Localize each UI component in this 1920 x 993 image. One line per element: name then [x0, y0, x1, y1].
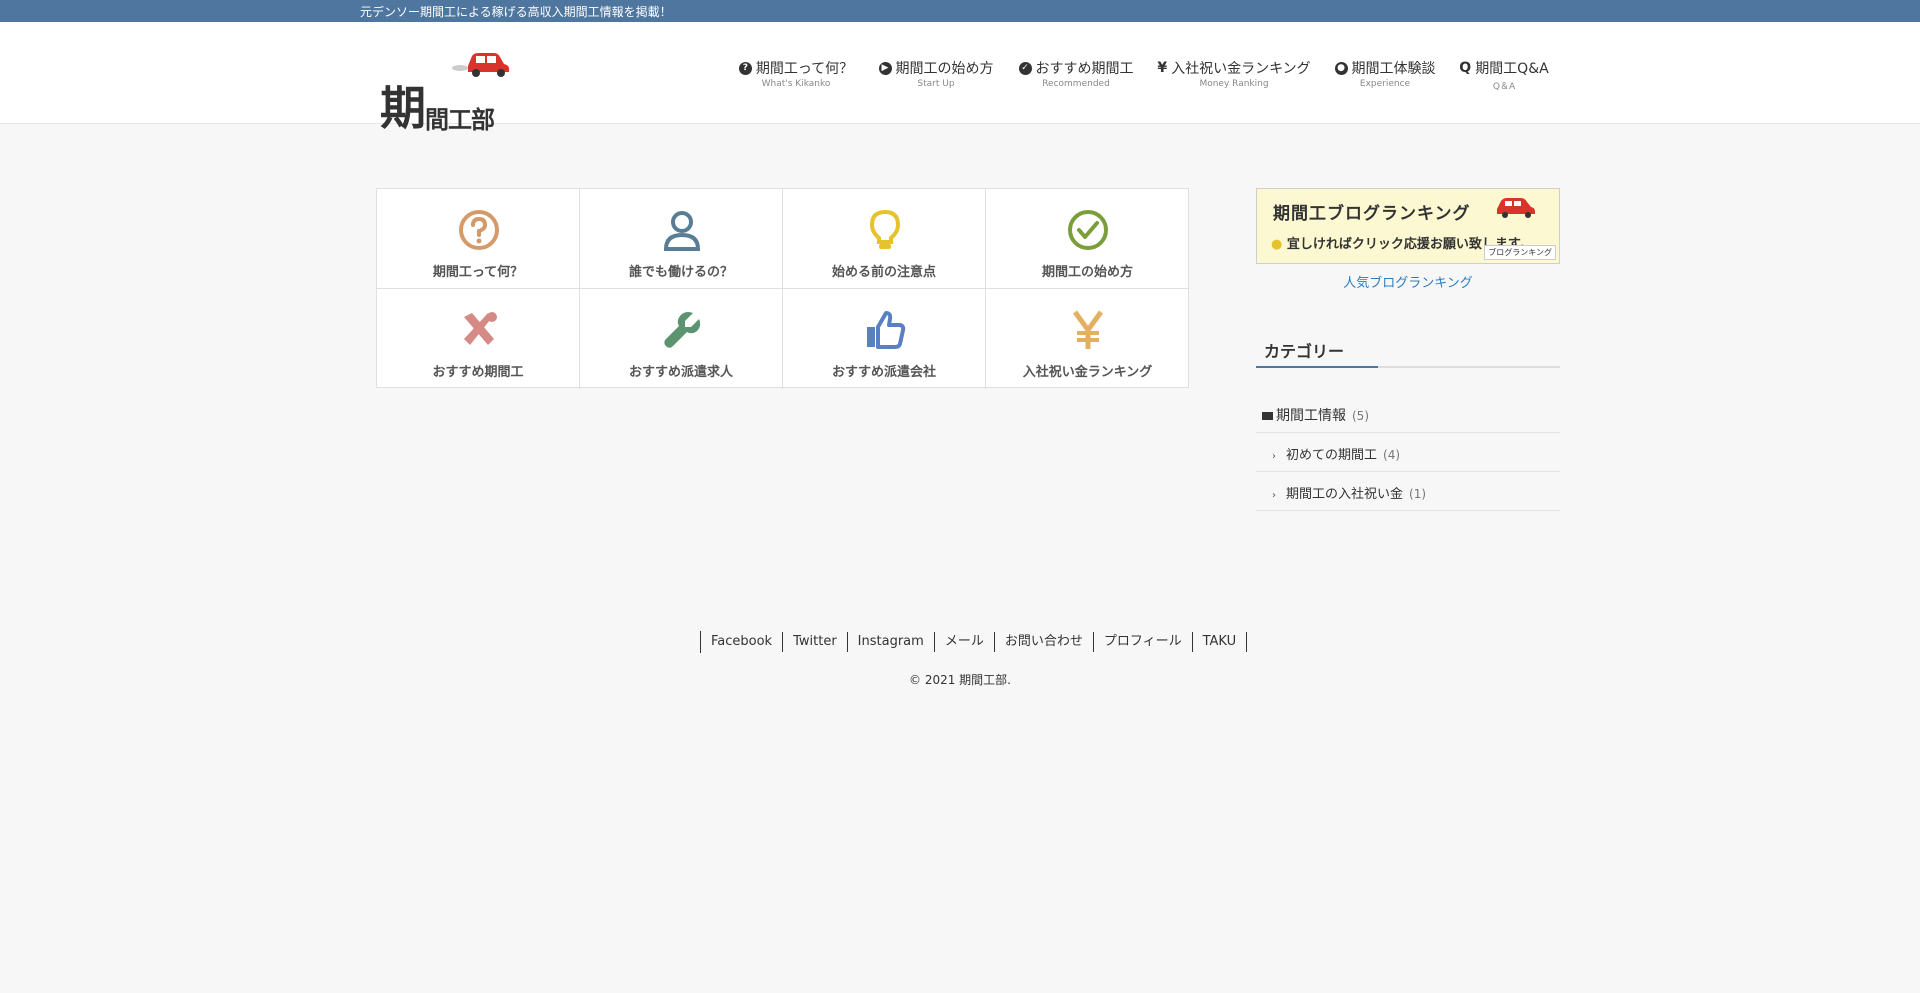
lightbulb-icon [869, 209, 901, 249]
menu-grid: 期間工って何？ 誰でも働けるの？ 始める前の注意点 期間工の始め方 おすすめ期間… [376, 188, 1189, 389]
footer-link-facebook[interactable]: Facebook [701, 632, 784, 652]
footer-link-contact[interactable]: お問い合わせ [995, 632, 1094, 652]
menu-cell-bonus-ranking[interactable]: 入社祝い金ランキング [986, 289, 1189, 389]
question-circle-icon: ? [738, 61, 752, 75]
nav-item-experience[interactable]: ● 期間工体験談 Experience [1333, 58, 1437, 89]
category-heading: カテゴリー [1264, 342, 1345, 361]
main-nav: ? 期間工って何？ What's Kikanko ▶ 期間工の始め方 Start U… [0, 58, 1920, 98]
chevron-right-icon: › [1272, 451, 1276, 462]
footer-link-twitter[interactable]: Twitter [783, 632, 848, 652]
nav-item-recommended[interactable]: ✓ おすすめ期間工 Recommended [1016, 58, 1136, 89]
nav-item-money-ranking[interactable]: ¥ 入社祝い金ランキング Money Ranking [1156, 58, 1312, 89]
menu-cell-dispatch-companies[interactable]: おすすめ派遣会社 [783, 289, 986, 389]
menu-cell-precautions[interactable]: 始める前の注意点 [783, 189, 986, 289]
menu-cell-how-to-start[interactable]: 期間工の始め方 [986, 189, 1189, 289]
footer-link-mail[interactable]: メール [935, 632, 995, 652]
menu-cell-anyone-can-work[interactable]: 誰でも働けるの？ [580, 189, 783, 289]
tools-icon [464, 312, 497, 345]
q-icon: Q [1459, 60, 1472, 76]
play-circle-icon: ▶ [878, 61, 892, 75]
user-circle-icon: ● [1334, 61, 1348, 75]
check-circle-icon: ✓ [1018, 61, 1032, 75]
wrench-icon [664, 312, 701, 348]
category-item-signing-bonus[interactable]: › 期間工の入社祝い金 (1) [1256, 472, 1560, 511]
check-circle-icon [1068, 210, 1108, 250]
category-divider-accent [1256, 366, 1378, 368]
folder-icon [1262, 412, 1273, 420]
nav-item-qa[interactable]: Q 期間工Q&A Q＆A [1458, 58, 1550, 92]
top-bar: 元デンソー期間工による稼げる高収入期間工情報を掲載！ [0, 0, 1920, 22]
question-circle-icon [459, 210, 499, 250]
thumbs-up-icon [867, 311, 906, 349]
menu-cell-whats-kikanko[interactable]: 期間工って何？ [377, 189, 580, 289]
blog-ranking-banner[interactable]: 期間工ブログランキング ● 宜しければクリック応援お願い致します。 ブログランキ… [1256, 188, 1560, 264]
lightbulb-icon: ● [1271, 237, 1283, 252]
blog-ranking-badge: ブログランキング [1484, 245, 1556, 260]
blog-ranking-link[interactable]: 人気ブログランキング [1256, 272, 1560, 291]
car-icon [1497, 198, 1535, 218]
yen-icon [1072, 310, 1104, 349]
site-tagline: 元デンソー期間工による稼げる高収入期間工情報を掲載！ [360, 5, 672, 19]
category-item-kikanko-info[interactable]: 期間工情報 (5) [1256, 394, 1560, 433]
nav-item-whats-kikanko[interactable]: ? 期間工って何？ What's Kikanko [738, 58, 854, 89]
user-icon [663, 211, 701, 251]
footer-link-taku[interactable]: TAKU [1193, 632, 1248, 652]
menu-cell-dispatch-jobs[interactable]: おすすめ派遣求人 [580, 289, 783, 389]
copyright: © 2021 期間工部. [909, 673, 1011, 687]
chevron-right-icon: › [1272, 490, 1276, 501]
footer-nav: Facebook Twitter Instagram メール お問い合わせ プロ… [700, 631, 1248, 653]
menu-cell-recommended[interactable]: おすすめ期間工 [377, 289, 580, 389]
footer-link-profile[interactable]: プロフィール [1094, 632, 1193, 652]
footer-link-instagram[interactable]: Instagram [848, 632, 935, 652]
yen-icon: ¥ [1157, 60, 1168, 76]
nav-item-start-up[interactable]: ▶ 期間工の始め方 Start Up [877, 58, 995, 89]
site-header: 期間工部 ? 期間工って何？ What's Kikanko ▶ 期間工の始め方 St… [0, 22, 1920, 135]
category-item-first-kikanko[interactable]: › 初めての期間工 (4) [1256, 433, 1560, 472]
